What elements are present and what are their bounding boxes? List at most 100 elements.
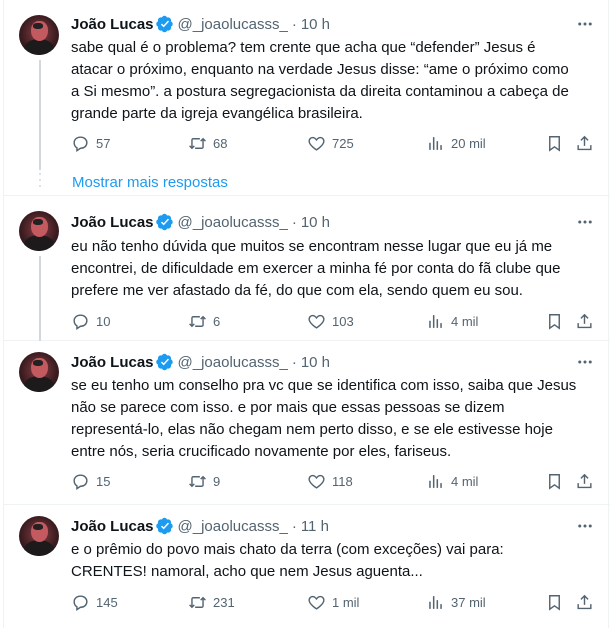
text-line: entre nós, seria crucificado novamente p… <box>71 443 452 460</box>
views-icon <box>429 136 442 150</box>
reply-button[interactable]: 10 <box>71 311 110 331</box>
avatar[interactable] <box>19 352 59 392</box>
like-count: 725 <box>332 135 354 151</box>
like-count: 1 mil <box>332 594 360 610</box>
bookmark-icon <box>549 473 560 490</box>
verified-badge-icon[interactable] <box>155 213 174 231</box>
text-line: atacar o próximo, enquanto na verdade Je… <box>71 61 569 78</box>
views-count: 4 mil <box>451 473 479 489</box>
handle[interactable]: @_joaolucasss_ <box>178 518 288 535</box>
views-button[interactable]: 4 mil <box>426 471 478 491</box>
share-icon <box>577 473 592 488</box>
tweet[interactable]: João Lucas @_joaolucasss_ · 11 h e o prê… <box>4 505 610 628</box>
retweet-button[interactable]: 9 <box>188 471 220 491</box>
handle[interactable]: @_joaolucasss_ <box>178 16 288 33</box>
timestamp[interactable]: 10 h <box>301 16 330 33</box>
separator-dot: · <box>291 213 297 231</box>
tweet-text: eu não tenho dúvida que muitos se encont… <box>71 236 598 302</box>
avatar[interactable] <box>19 15 59 55</box>
like-count: 118 <box>332 473 353 489</box>
like-button[interactable]: 118 <box>307 471 353 491</box>
reply-count: 57 <box>96 135 111 151</box>
bookmark-icon <box>549 594 560 611</box>
retweet-button[interactable]: 68 <box>188 133 227 153</box>
verified-badge-icon[interactable] <box>155 517 174 535</box>
verified-badge-icon[interactable] <box>155 15 174 33</box>
share-button[interactable] <box>575 311 594 331</box>
display-name[interactable]: João Lucas <box>71 214 154 231</box>
reply-icon <box>73 135 88 152</box>
tweet-header: João Lucas @_joaolucasss_ · 10 h <box>71 212 330 232</box>
views-count: 4 mil <box>451 313 479 329</box>
text-line: não se parece com isso. e por mais que e… <box>71 399 505 416</box>
text-line: sabe qual é o problema? tem crente que a… <box>71 39 536 56</box>
verified-badge-icon[interactable] <box>155 353 174 371</box>
bookmark-button[interactable] <box>545 311 564 331</box>
like-icon <box>308 314 325 329</box>
like-icon <box>308 136 325 151</box>
retweet-button[interactable]: 231 <box>188 592 235 612</box>
show-more-replies-link[interactable]: Mostrar mais respostas <box>72 174 228 191</box>
action-bar: 10 6 103 4 mil <box>71 311 598 331</box>
share-icon <box>577 594 592 609</box>
share-button[interactable] <box>575 133 594 153</box>
reply-button[interactable]: 15 <box>71 471 110 491</box>
bookmark-button[interactable] <box>545 133 564 153</box>
thread-line <box>39 256 41 341</box>
handle[interactable]: @_joaolucasss_ <box>178 214 288 231</box>
timestamp[interactable]: 11 h <box>301 518 329 535</box>
more-icon[interactable] <box>574 516 596 536</box>
text-line: se eu tenho um conselho pra vc que se id… <box>71 377 577 394</box>
bookmark-icon <box>549 313 560 330</box>
handle[interactable]: @_joaolucasss_ <box>178 354 288 371</box>
avatar[interactable] <box>19 516 59 556</box>
share-icon <box>577 135 592 150</box>
retweet-button[interactable]: 6 <box>188 311 220 331</box>
share-icon <box>577 313 592 328</box>
tweet[interactable]: João Lucas @_joaolucasss_ · 10 h se eu t… <box>4 341 610 505</box>
views-button[interactable]: 4 mil <box>426 311 478 331</box>
more-icon[interactable] <box>574 14 596 34</box>
display-name[interactable]: João Lucas <box>71 518 154 535</box>
timestamp[interactable]: 10 h <box>301 354 330 371</box>
reply-icon <box>73 594 88 611</box>
tweet[interactable]: João Lucas @_joaolucasss_ · 10 h sabe qu… <box>4 0 610 170</box>
text-line: CRENTES! namoral, acho que nem Jesus agu… <box>71 563 423 580</box>
tweet-header: João Lucas @_joaolucasss_ · 10 h <box>71 352 330 372</box>
views-icon <box>429 595 442 609</box>
text-line: eu não tenho dúvida que muitos se encont… <box>71 238 553 255</box>
text-line: a Si mesmo”. a postura segregacionista d… <box>71 83 569 100</box>
display-name[interactable]: João Lucas <box>71 354 154 371</box>
reply-button[interactable]: 145 <box>71 592 118 612</box>
reply-icon <box>73 313 88 330</box>
separator-dot: · <box>291 353 297 371</box>
tweet-header: João Lucas @_joaolucasss_ · 11 h <box>71 516 329 536</box>
text-line: grande parte da igreja evangélica brasil… <box>71 105 363 122</box>
like-count: 103 <box>332 313 354 329</box>
share-button[interactable] <box>575 592 594 612</box>
bookmark-button[interactable] <box>545 592 564 612</box>
like-button[interactable]: 103 <box>307 311 354 331</box>
retweet-icon <box>189 315 206 327</box>
reply-button[interactable]: 57 <box>71 133 110 153</box>
text-line: e o prêmio do povo mais chato da terra (… <box>71 541 504 558</box>
retweet-count: 6 <box>213 313 221 329</box>
timestamp[interactable]: 10 h <box>301 214 330 231</box>
reply-icon <box>73 473 88 490</box>
more-icon[interactable] <box>574 212 596 232</box>
bookmark-button[interactable] <box>545 471 564 491</box>
tweet[interactable]: João Lucas @_joaolucasss_ · 10 h eu não … <box>4 196 610 341</box>
action-bar: 145 231 1 mil 37 mil <box>71 592 598 612</box>
like-button[interactable]: 725 <box>307 133 354 153</box>
display-name[interactable]: João Lucas <box>71 16 154 33</box>
retweet-count: 9 <box>213 473 221 489</box>
views-button[interactable]: 20 mil <box>426 133 486 153</box>
thread-dots <box>38 173 42 191</box>
tweet-header: João Lucas @_joaolucasss_ · 10 h <box>71 14 330 34</box>
like-button[interactable]: 1 mil <box>307 592 359 612</box>
share-button[interactable] <box>575 471 594 491</box>
action-bar: 15 9 118 4 mil <box>71 471 598 491</box>
avatar[interactable] <box>19 211 59 251</box>
more-icon[interactable] <box>574 352 596 372</box>
views-button[interactable]: 37 mil <box>426 592 486 612</box>
